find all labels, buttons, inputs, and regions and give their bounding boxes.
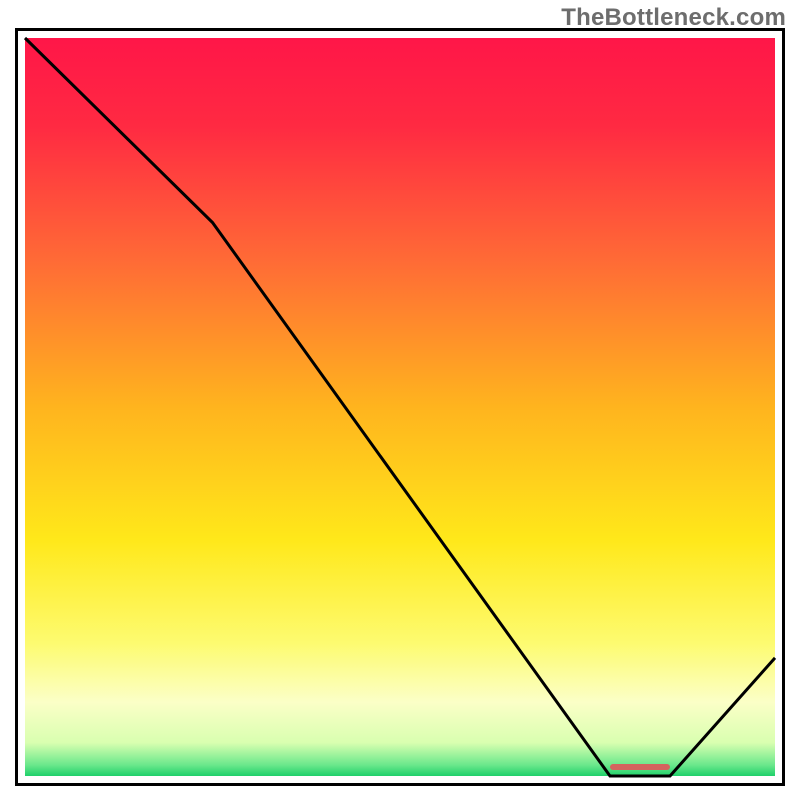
- watermark-text: TheBottleneck.com: [561, 4, 786, 32]
- chart-frame: TheBottleneck.com: [0, 0, 800, 800]
- flat-min-marker: [610, 764, 670, 770]
- bottleneck-chart: [0, 0, 800, 800]
